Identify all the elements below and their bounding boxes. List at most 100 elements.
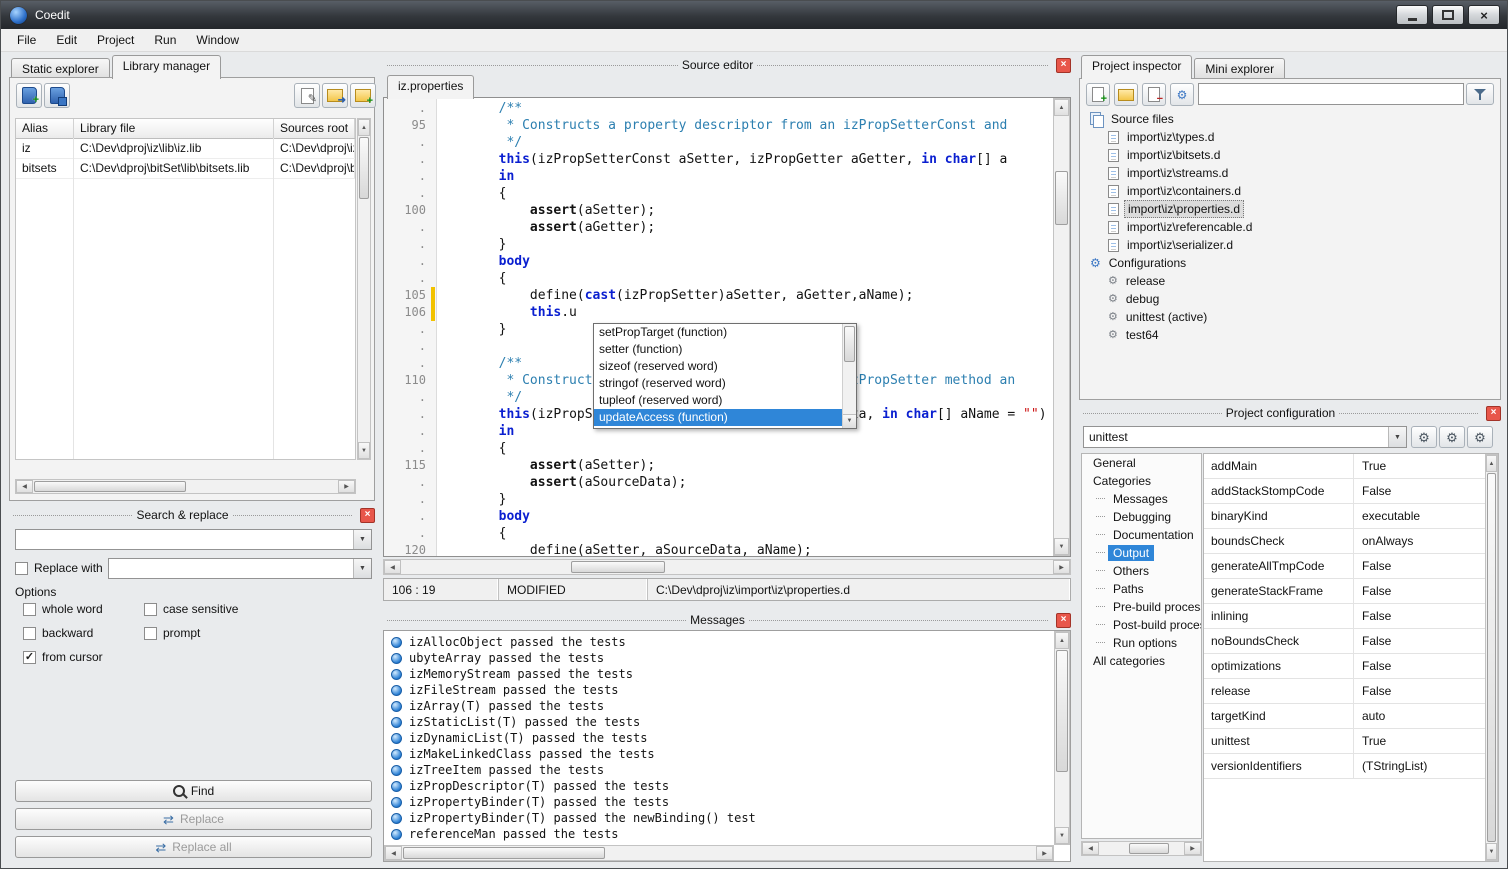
config-settings-button-1[interactable]: ⚙ [1411,426,1437,448]
message-row[interactable]: izAllocObject passed the tests [384,634,1053,650]
tab-mini-explorer[interactable]: Mini explorer [1194,58,1285,79]
category-messages[interactable]: Messages [1082,490,1201,508]
scroll-right-icon[interactable]: ▶ [338,480,355,493]
checkbox-prompt[interactable]: prompt [144,626,200,640]
code-line[interactable]: . assert(aGetter); [384,219,1053,236]
code-line[interactable]: . body [384,508,1053,525]
message-row[interactable]: izArray(T) passed the tests [384,698,1053,714]
property-row-binarykind[interactable]: binaryKindexecutable [1204,504,1485,529]
config-settings-button-2[interactable]: ⚙ [1439,426,1465,448]
code-line[interactable]: 120 define(aSetter, aSourceData, aName); [384,542,1053,556]
code-line[interactable]: 105 define(cast(izPropSetter)aSetter, aG… [384,287,1053,304]
menu-item-project[interactable]: Project [87,30,144,50]
tree-item-import-iz-types-d[interactable]: import\iz\types.d [1084,128,1496,146]
code-line[interactable]: 115 assert(aSetter); [384,457,1053,474]
scroll-down-icon[interactable]: ▼ [358,442,370,459]
maximize-button[interactable] [1432,5,1464,25]
tab-static-explorer[interactable]: Static explorer [11,58,110,79]
tab-project-inspector[interactable]: Project inspector [1081,55,1192,79]
filter-button[interactable] [1466,83,1494,105]
tree-item-import-iz-bitsets-d[interactable]: import\iz\bitsets.d [1084,146,1496,164]
property-row-inlining[interactable]: inliningFalse [1204,604,1485,629]
chevron-down-icon[interactable]: ▼ [1388,427,1406,447]
tree-item-import-iz-referencable-d[interactable]: import\iz\referencable.d [1084,218,1496,236]
add-folder-button[interactable]: + [350,83,376,108]
add-library-button[interactable]: + [16,83,42,108]
scroll-right-icon[interactable]: ▶ [1184,842,1201,855]
property-row-optimizations[interactable]: optimizationsFalse [1204,654,1485,679]
column-header-library-file[interactable]: Library file [74,119,274,138]
code-line[interactable]: . assert(aSourceData); [384,474,1053,491]
tab-library-manager[interactable]: Library manager [112,55,221,79]
category-run-options[interactable]: Run options [1082,634,1201,652]
code-line[interactable]: . { [384,525,1053,542]
code-line[interactable]: 100 assert(aSetter); [384,202,1053,219]
replace-with-checkbox[interactable]: Replace with [15,561,103,575]
message-row[interactable]: izPropDescriptor(T) passed the tests [384,778,1053,794]
scroll-left-icon[interactable]: ◀ [384,560,401,574]
replace-button[interactable]: ⇄ Replace [15,808,372,830]
configuration-combo[interactable]: unittest ▼ [1083,426,1407,448]
inspector-search-input[interactable] [1198,83,1464,105]
replace-term-combo[interactable]: ▼ [108,558,372,579]
code-line[interactable]: . } [384,236,1053,253]
code-line[interactable]: . this(izPropSetterConst aSetter, izProp… [384,151,1053,168]
message-row[interactable]: izDynamicList(T) passed the tests [384,730,1053,746]
config-settings-button-3[interactable]: ⚙ [1467,426,1493,448]
tree-item-release[interactable]: ⚙release [1084,272,1496,290]
code-line[interactable]: 106 this.u [384,304,1053,321]
tree-item-import-iz-properties-d[interactable]: import\iz\properties.d [1084,200,1496,218]
scroll-down-icon[interactable]: ▼ [1055,827,1069,844]
menu-item-run[interactable]: Run [144,30,186,50]
message-row[interactable]: izMemoryStream passed the tests [384,666,1053,682]
code-line[interactable]: . { [384,440,1053,457]
code-line[interactable]: . { [384,270,1053,287]
code-line[interactable]: . */ [384,134,1053,151]
splitter-dots[interactable] [387,620,686,621]
property-row-addstackstompcode[interactable]: addStackStompCodeFalse [1204,479,1485,504]
category-pre-build-process[interactable]: Pre-build process [1082,598,1201,616]
scroll-up-icon[interactable]: ▲ [1054,99,1069,116]
editor-vertical-scrollbar[interactable]: ▲ ▼ [1053,98,1070,556]
splitter-dots[interactable] [749,620,1048,621]
library-horizontal-scrollbar[interactable]: ◀ ▶ [15,479,356,494]
replace-all-button[interactable]: ⇄ Replace all [15,836,372,858]
splitter-dots[interactable] [233,515,352,516]
message-row[interactable]: izStaticList(T) passed the tests [384,714,1053,730]
menu-item-file[interactable]: File [7,30,46,50]
category-output[interactable]: Output [1082,544,1201,562]
tab-iz-properties[interactable]: iz.properties [387,75,474,99]
scroll-left-icon[interactable]: ◀ [16,480,33,493]
chevron-down-icon[interactable]: ▼ [353,530,371,549]
property-row-generatealltmpcode[interactable]: generateAllTmpCodeFalse [1204,554,1485,579]
code-line[interactable]: . { [384,185,1053,202]
code-line[interactable]: . /** [384,100,1053,117]
property-row-release[interactable]: releaseFalse [1204,679,1485,704]
category-horizontal-scrollbar[interactable]: ◀ ▶ [1081,841,1202,856]
minimize-button[interactable] [1396,5,1428,25]
scroll-left-icon[interactable]: ◀ [385,846,402,860]
table-row[interactable]: bitsetsC:\Dev\dproj\bitSet\lib\bitsets.l… [16,159,355,179]
search-term-combo[interactable]: ▼ [15,529,372,550]
tree-item-import-iz-serializer-d[interactable]: import\iz\serializer.d [1084,236,1496,254]
completion-item[interactable]: setter (function) [594,341,842,358]
tree-item-source-files[interactable]: Source files [1084,110,1496,128]
category-debugging[interactable]: Debugging [1082,508,1201,526]
library-table-header[interactable]: AliasLibrary fileSources root [16,119,355,139]
scroll-down-icon[interactable]: ▼ [1054,538,1069,555]
tree-item-import-iz-streams-d[interactable]: import\iz\streams.d [1084,164,1496,182]
property-row-noboundscheck[interactable]: noBoundsCheckFalse [1204,629,1485,654]
close-panel-icon[interactable]: × [1486,406,1501,421]
message-row[interactable]: izPropertyBinder(T) passed the tests [384,794,1053,810]
library-vertical-scrollbar[interactable]: ▲ ▼ [357,118,371,460]
message-row[interactable]: referenceMan passed the tests [384,826,1053,842]
table-row[interactable]: izC:\Dev\dproj\iz\lib\iz.libC:\Dev\dproj… [16,139,355,159]
close-panel-icon[interactable]: × [1056,58,1071,73]
property-row-unittest[interactable]: unittestTrue [1204,729,1485,754]
property-row-versionidentifiers[interactable]: versionIdentifiers(TStringList) [1204,754,1485,779]
category-general[interactable]: General [1082,454,1201,472]
scroll-right-icon[interactable]: ▶ [1036,846,1053,860]
property-row-targetkind[interactable]: targetKindauto [1204,704,1485,729]
completion-item[interactable]: tupleof (reserved word) [594,392,842,409]
message-row[interactable]: izMakeLinkedClass passed the tests [384,746,1053,762]
